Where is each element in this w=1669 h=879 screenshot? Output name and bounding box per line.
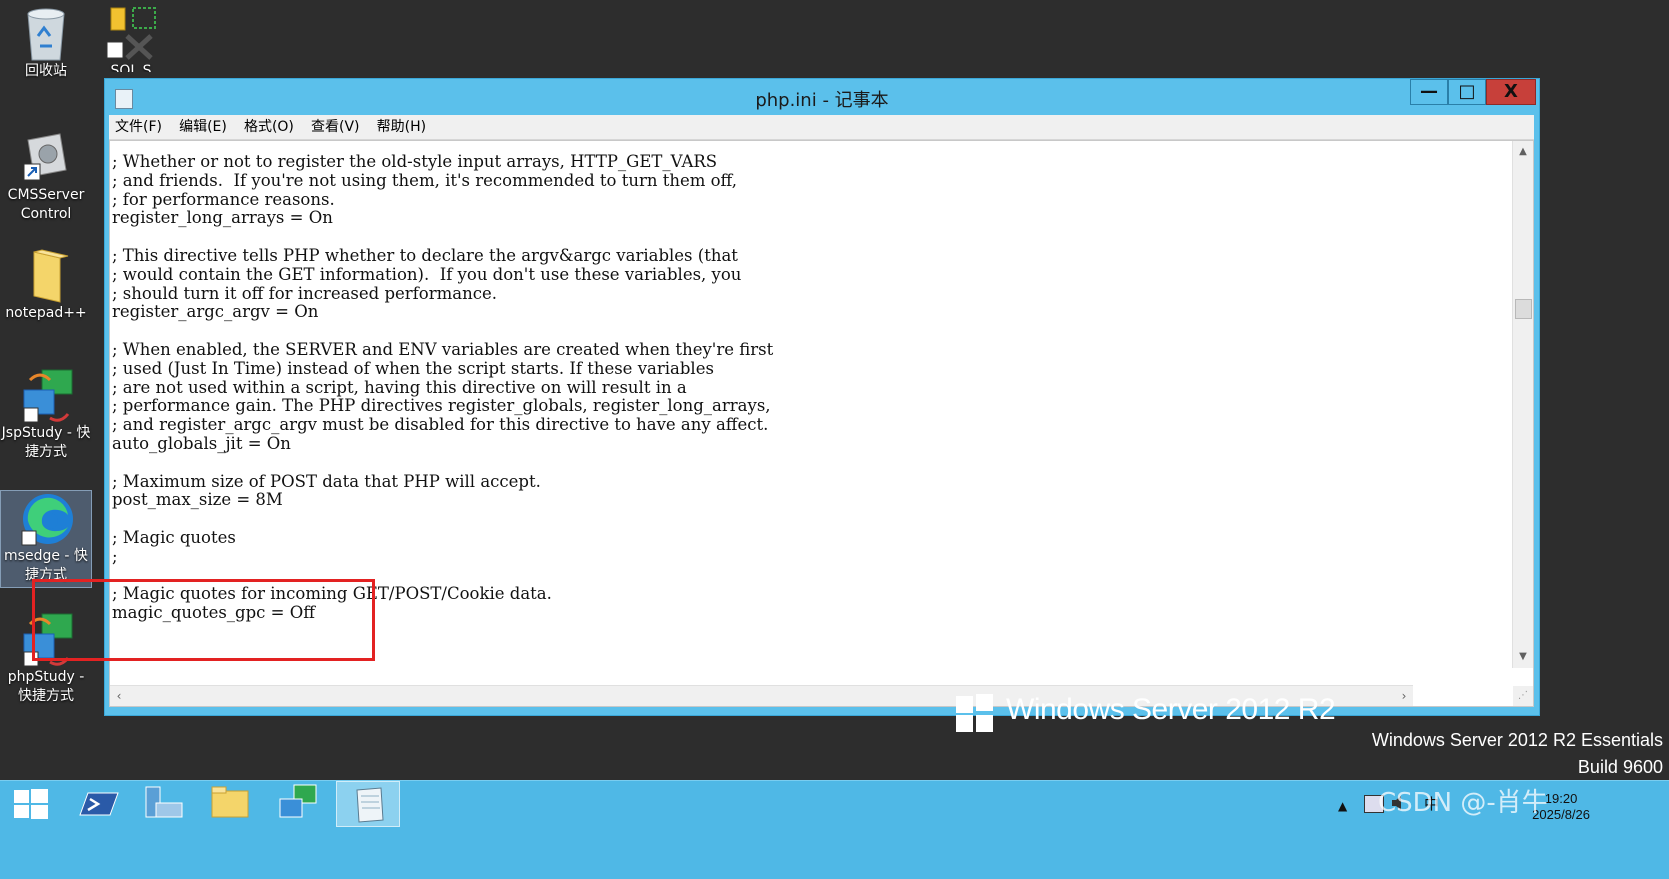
server-manager-icon (145, 786, 183, 818)
remote-desktop-icon (279, 784, 317, 818)
menu-edit[interactable]: 编辑(E) (173, 115, 233, 139)
menu-format[interactable]: 格式(O) (238, 115, 300, 139)
powershell-button[interactable] (66, 781, 130, 827)
desktop-icon-jspstudy[interactable]: JspStudy - 快捷方式 (0, 368, 92, 462)
edge-icon (20, 491, 73, 546)
desktop-icon-label: phpStudy - 快捷方式 (7, 669, 85, 704)
desktop-icon-recycle-bin[interactable]: 回收站 (0, 6, 92, 81)
maximize-button[interactable]: □ (1448, 79, 1486, 105)
start-icon (14, 789, 48, 819)
windows-logo-icon (956, 694, 994, 732)
desktop-icon-msedge[interactable]: msedge - 快捷方式 (0, 490, 92, 588)
menu-help[interactable]: 帮助(H) (371, 115, 432, 139)
resize-grip-icon[interactable]: ⋰ (1513, 686, 1533, 706)
close-icon: X (1504, 81, 1518, 102)
desktop-icon-sql[interactable]: SQL S (96, 6, 166, 72)
windows-logo-text: Windows Server 2012 R2 (1006, 693, 1336, 726)
server-manager-button[interactable] (132, 781, 196, 827)
cmsserver-control-icon (20, 130, 72, 182)
desktop-icon-cmsserver[interactable]: CMSServer Control (0, 130, 92, 224)
minimize-icon: — (1420, 81, 1438, 102)
windows-branding: Windows Server 2012 R2 (956, 693, 1356, 734)
desktop-icon-label: 回收站 (25, 63, 67, 79)
build-text: Build 9600 (1577, 757, 1663, 777)
scroll-up-icon[interactable]: ▲ (1513, 143, 1533, 161)
folder-icon (20, 248, 72, 303)
file-explorer-icon (211, 786, 249, 818)
vertical-scrollbar[interactable]: ▲ ▼ (1512, 141, 1533, 668)
watermark: CSDN @-肖牛 (1378, 788, 1548, 818)
minimize-button[interactable]: — (1410, 79, 1448, 105)
recycle-bin-icon (20, 6, 72, 61)
start-button[interactable] (0, 781, 64, 827)
sql-tools-icon (105, 6, 157, 60)
close-button[interactable]: X (1486, 79, 1536, 105)
edition-text: Windows Server 2012 R2 Essentials (1371, 730, 1663, 750)
scroll-left-icon[interactable]: ‹ (110, 686, 128, 706)
tray-expand-icon[interactable]: ▲ (1338, 799, 1347, 813)
remote-desktop-button[interactable] (266, 781, 330, 827)
scroll-down-icon[interactable]: ▼ (1513, 648, 1533, 666)
desktop-icon-label: SQL S (110, 63, 152, 72)
scroll-thumb[interactable] (1515, 299, 1532, 319)
menu-file[interactable]: 文件(F) (109, 115, 168, 139)
menu-view[interactable]: 查看(V) (305, 115, 366, 139)
desktop-icon-label: JspStudy - 快捷方式 (1, 425, 91, 460)
scroll-right-icon[interactable]: › (1395, 686, 1413, 706)
highlight-box (32, 579, 375, 661)
powershell-icon (79, 792, 119, 816)
desktop-icon-notepadpp[interactable]: notepad++ (0, 248, 92, 323)
notepad-icon (356, 787, 384, 823)
desktop-icon-label: notepad++ (5, 305, 87, 321)
menu-bar: 文件(F) 编辑(E) 格式(O) 查看(V) 帮助(H) (109, 115, 1534, 140)
window-title: php.ini - 记事本 (755, 90, 889, 111)
desktop-icon-label: CMSServer Control (7, 187, 85, 222)
jspstudy-icon (20, 368, 73, 423)
notepad-taskbar-button[interactable] (336, 781, 400, 827)
file-explorer-button[interactable] (198, 781, 262, 827)
title-bar[interactable]: php.ini - 记事本 — □ X (105, 79, 1539, 115)
maximize-icon: □ (1458, 81, 1476, 102)
